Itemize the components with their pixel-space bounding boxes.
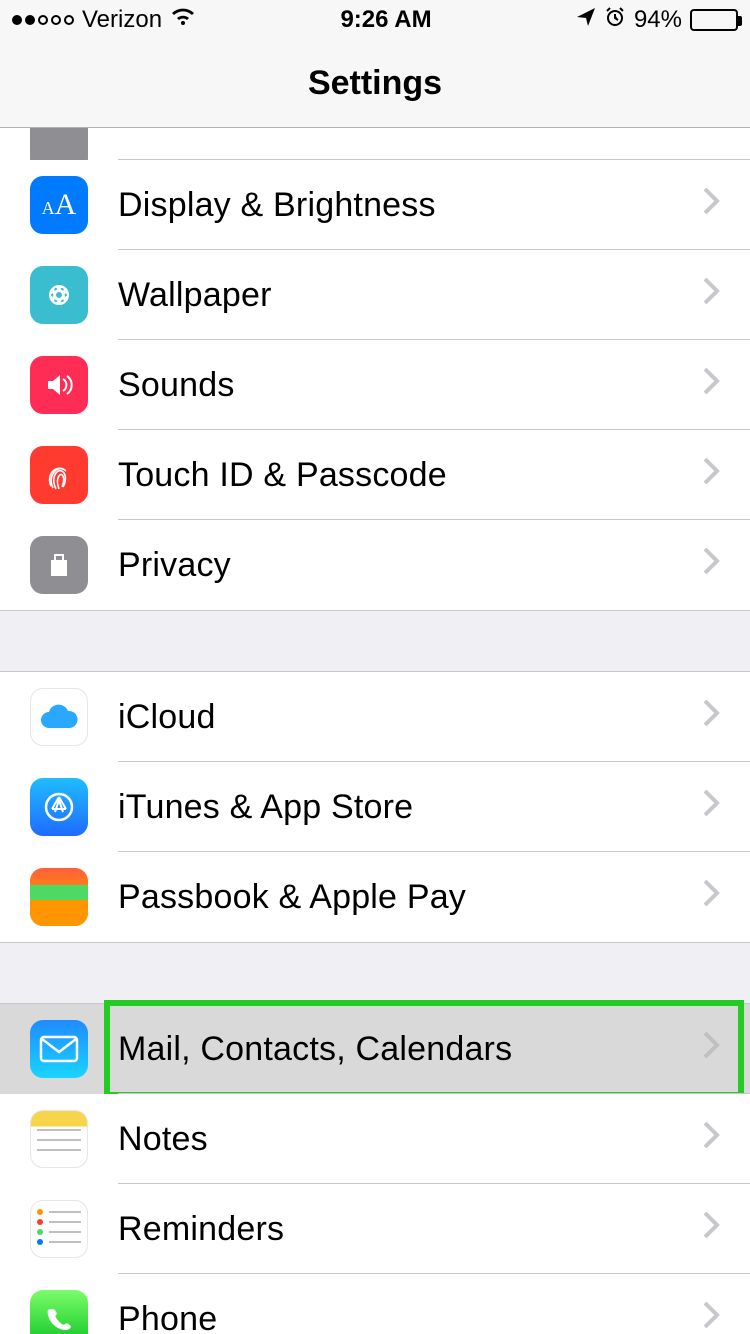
row-label: Phone — [118, 1300, 702, 1334]
battery-icon — [690, 9, 738, 31]
row-label: iTunes & App Store — [118, 788, 702, 827]
status-bar: Verizon 9:26 AM 94% — [0, 0, 750, 40]
row-label: Notes — [118, 1120, 702, 1159]
chevron-right-icon — [702, 456, 720, 495]
section-gap — [0, 611, 750, 671]
chevron-right-icon — [702, 276, 720, 315]
row-label: Wallpaper — [118, 276, 702, 315]
touchid-icon — [30, 446, 88, 504]
status-left: Verizon — [12, 6, 196, 34]
icloud-icon — [30, 688, 88, 746]
display-icon: AA — [30, 176, 88, 234]
row-label: Display & Brightness — [118, 186, 702, 225]
settings-row-partial[interactable] — [0, 128, 750, 160]
itunes-icon — [30, 778, 88, 836]
alarm-icon — [604, 6, 626, 35]
notes-icon — [30, 1110, 88, 1168]
settings-row-wallpaper[interactable]: Wallpaper — [0, 250, 750, 340]
settings-row-sounds[interactable]: Sounds — [0, 340, 750, 430]
settings-row-phone[interactable]: Phone — [0, 1274, 750, 1334]
settings-row-display[interactable]: AA Display & Brightness — [0, 160, 750, 250]
clock-label: 9:26 AM — [340, 6, 431, 34]
settings-row-icloud[interactable]: iCloud — [0, 672, 750, 762]
settings-row-passbook[interactable]: Passbook & Apple Pay — [0, 852, 750, 942]
wifi-icon — [170, 6, 196, 34]
signal-strength-icon — [12, 15, 74, 25]
row-label: Mail, Contacts, Calendars — [118, 1030, 702, 1069]
settings-row-privacy[interactable]: Privacy — [0, 520, 750, 610]
reminders-icon — [30, 1200, 88, 1258]
sounds-icon — [30, 356, 88, 414]
battery-pct-label: 94% — [634, 6, 682, 34]
settings-row-reminders[interactable]: Reminders — [0, 1184, 750, 1274]
settings-row-mail[interactable]: Mail, Contacts, Calendars — [0, 1004, 750, 1094]
mail-icon — [30, 1020, 88, 1078]
carrier-label: Verizon — [82, 6, 162, 34]
page-title: Settings — [0, 40, 750, 128]
row-label: Reminders — [118, 1210, 702, 1249]
row-label: iCloud — [118, 698, 702, 737]
chevron-right-icon — [702, 1210, 720, 1249]
chevron-right-icon — [702, 546, 720, 585]
row-label: Passbook & Apple Pay — [118, 878, 702, 917]
passbook-icon — [30, 868, 88, 926]
location-icon — [576, 6, 596, 34]
chevron-right-icon — [702, 878, 720, 917]
section-gap — [0, 943, 750, 1003]
wallpaper-icon — [30, 266, 88, 324]
section-1: iCloud iTunes & App Store Passbook & App… — [0, 671, 750, 943]
settings-row-notes[interactable]: Notes — [0, 1094, 750, 1184]
settings-scroll[interactable]: AA Display & Brightness Wallpaper Sounds — [0, 128, 750, 1334]
chevron-right-icon — [702, 1300, 720, 1334]
row-label: Sounds — [118, 366, 702, 405]
settings-row-touchid[interactable]: Touch ID & Passcode — [0, 430, 750, 520]
status-right: 94% — [576, 6, 738, 35]
row-label: Touch ID & Passcode — [118, 456, 702, 495]
privacy-icon — [30, 536, 88, 594]
chevron-right-icon — [702, 1030, 720, 1069]
chevron-right-icon — [702, 186, 720, 225]
chevron-right-icon — [702, 788, 720, 827]
partial-icon — [30, 128, 88, 160]
section-0-partial: AA Display & Brightness Wallpaper Sounds — [0, 128, 750, 611]
settings-row-itunes[interactable]: iTunes & App Store — [0, 762, 750, 852]
section-2: Mail, Contacts, Calendars Notes Reminder… — [0, 1003, 750, 1334]
row-label: Privacy — [118, 546, 702, 585]
phone-icon — [30, 1290, 88, 1334]
chevron-right-icon — [702, 1120, 720, 1159]
chevron-right-icon — [702, 698, 720, 737]
chevron-right-icon — [702, 366, 720, 405]
